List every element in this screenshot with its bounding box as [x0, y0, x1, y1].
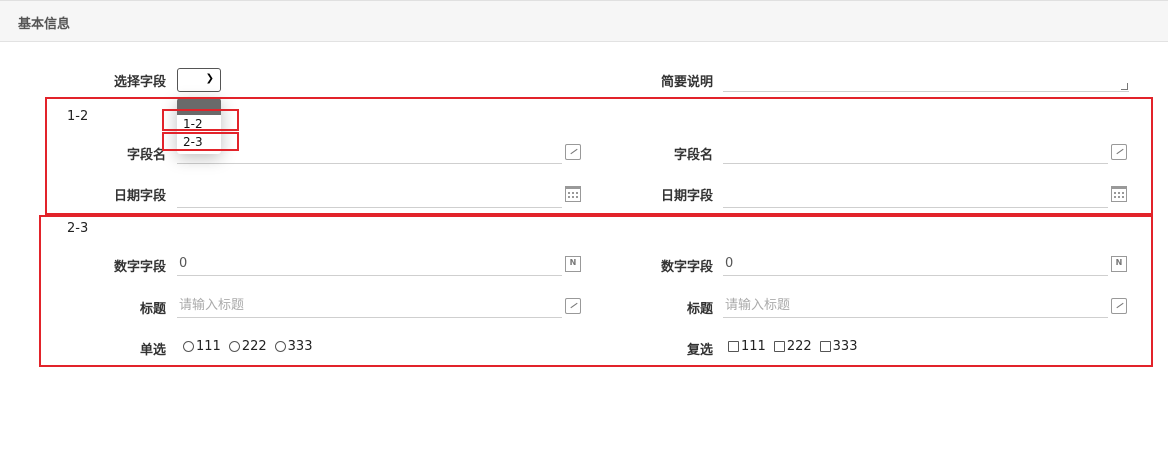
resize-grip-icon[interactable]: [1121, 83, 1128, 90]
date-field-input[interactable]: [723, 186, 1108, 208]
number-icon: N: [1111, 256, 1127, 272]
checkbox-label: 复选: [686, 343, 713, 358]
radio-button[interactable]: [274, 341, 286, 352]
number-field-label: 数字字段: [113, 260, 166, 275]
checkbox-option[interactable]: 111: [728, 339, 766, 354]
edit-icon: [1111, 144, 1127, 160]
radio-label: 单选: [139, 343, 166, 358]
radio-option[interactable]: 333: [274, 339, 313, 354]
checkbox-option-label: 333: [832, 339, 858, 354]
dropdown-option-2-3[interactable]: 2-3: [177, 133, 221, 151]
title-input[interactable]: 请输入标题: [177, 296, 562, 318]
date-field-label: 日期字段: [113, 189, 166, 204]
field-select[interactable]: ❯: [177, 68, 221, 92]
dropdown-selected-empty[interactable]: [177, 98, 221, 115]
field-name-label: 字段名: [126, 148, 166, 163]
date-field-input[interactable]: [177, 186, 562, 208]
radio-option-label: 111: [196, 339, 221, 354]
checkbox[interactable]: [819, 341, 831, 352]
checkbox-option[interactable]: 222: [773, 339, 812, 354]
title-label: 标题: [686, 302, 713, 317]
radio-option[interactable]: 222: [228, 339, 267, 354]
checkbox[interactable]: [773, 341, 785, 352]
field-name-input[interactable]: [177, 142, 562, 164]
radio-option[interactable]: 111: [183, 339, 221, 354]
chevron-down-icon: ❯: [205, 73, 214, 84]
field-select-dropdown: 1-2 2-3: [177, 98, 221, 154]
field-name-input[interactable]: [723, 142, 1108, 164]
title-label: 标题: [139, 302, 166, 317]
title-input[interactable]: 请输入标题: [723, 296, 1108, 318]
section-header: 基本信息: [0, 0, 1168, 42]
dropdown-option-1-2[interactable]: 1-2: [177, 115, 221, 133]
field-name-label: 字段名: [673, 148, 713, 163]
calendar-icon[interactable]: [1111, 186, 1127, 202]
checkbox-option[interactable]: 333: [819, 339, 858, 354]
calendar-icon[interactable]: [565, 186, 581, 202]
radio-button[interactable]: [183, 341, 194, 352]
desc-label: 简要说明: [660, 75, 713, 90]
section-title: 基本信息: [18, 17, 71, 32]
date-field-label: 日期字段: [660, 189, 713, 204]
desc-textarea[interactable]: [723, 68, 1129, 92]
number-icon: N: [565, 256, 581, 272]
radio-group: 111 222 333: [183, 339, 316, 354]
number-field-input[interactable]: 0: [177, 254, 562, 276]
checkbox-group: 111 222 333: [728, 339, 861, 354]
select-field-label: 选择字段: [113, 75, 166, 90]
edit-icon: [565, 144, 581, 160]
checkbox-option-label: 111: [741, 339, 766, 354]
group-title-2-3: 2-3: [67, 221, 89, 236]
radio-option-label: 222: [241, 339, 267, 354]
group-title-1-2: 1-2: [67, 109, 89, 124]
number-field-label: 数字字段: [660, 260, 713, 275]
edit-icon: [565, 298, 581, 314]
radio-button[interactable]: [228, 341, 240, 352]
checkbox[interactable]: [728, 341, 739, 352]
checkbox-option-label: 222: [786, 339, 812, 354]
radio-option-label: 333: [287, 339, 313, 354]
edit-icon: [1111, 298, 1127, 314]
number-field-input[interactable]: 0: [723, 254, 1108, 276]
